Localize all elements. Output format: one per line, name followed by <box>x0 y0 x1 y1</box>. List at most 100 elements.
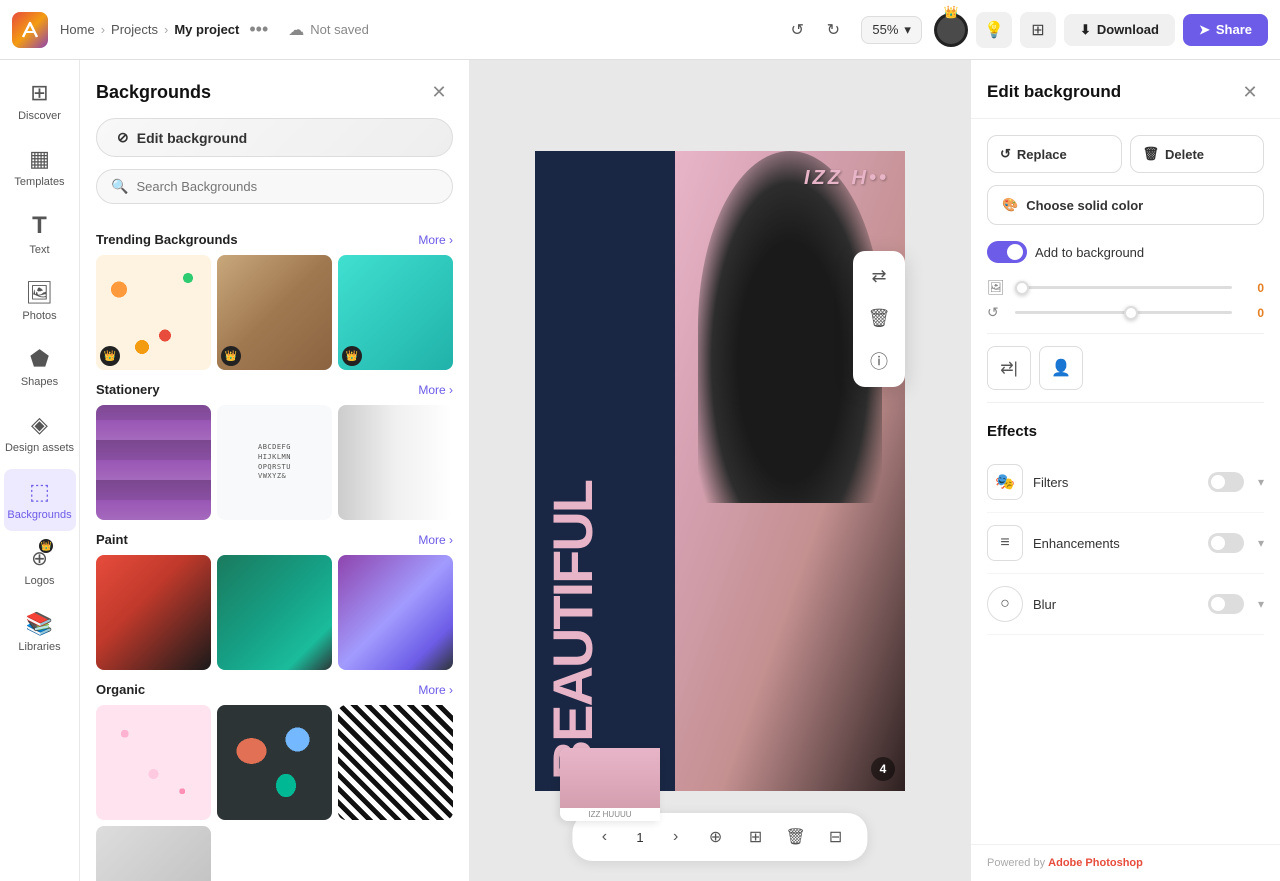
choose-solid-color-button[interactable]: 🎨 Choose solid color <box>987 185 1264 225</box>
replace-button[interactable]: ↺ Replace <box>987 135 1122 173</box>
sidebar-item-logos[interactable]: ⊕ 👑 Logos <box>4 535 76 597</box>
main-layout: ⊞ Discover ▦ Templates T Text 🖼 Photos ⬟… <box>0 60 1280 881</box>
thumbnail[interactable] <box>217 705 332 820</box>
templates-icon: ▦ <box>29 146 50 172</box>
slider-2-knob[interactable] <box>1124 306 1138 320</box>
zoom-control[interactable]: 55% ▾ <box>861 16 922 44</box>
add-to-bg-toggle[interactable] <box>987 241 1027 263</box>
backgrounds-panel: Backgrounds ✕ ⊘ Edit background 🔍 Trendi… <box>80 60 470 881</box>
edit-background-panel: Edit background ✕ ↺ Replace 🗑 Delete 🎨 C… <box>970 60 1280 881</box>
thumbnail[interactable] <box>338 555 453 670</box>
avatar[interactable]: 👑 <box>934 13 968 47</box>
next-page-button[interactable]: › <box>660 821 692 853</box>
stationery-section-header: Stationery More › <box>96 382 453 397</box>
page-number: 1 <box>628 830 651 845</box>
delete-icon: 🗑 <box>1143 146 1160 162</box>
preview-image <box>560 748 660 808</box>
delete-button[interactable]: 🗑 <box>859 299 899 339</box>
blur-expand-icon[interactable]: ▾ <box>1258 597 1264 611</box>
sidebar-item-design-assets[interactable]: ◈ Design assets <box>4 402 76 465</box>
libraries-icon: 📚 <box>26 611 53 637</box>
sidebar-item-libraries[interactable]: 📚 Libraries <box>4 601 76 663</box>
crown-icon: 👑 <box>943 5 958 19</box>
thumbnail[interactable] <box>96 405 211 520</box>
slider-2-value: 0 <box>1240 306 1264 320</box>
grid-button[interactable]: ⊞ <box>1020 12 1056 48</box>
sidebar-item-templates[interactable]: ▦ Templates <box>4 136 76 198</box>
breadcrumb-projects[interactable]: Projects <box>111 22 158 37</box>
delete-page-button[interactable]: 🗑 <box>780 821 812 853</box>
thumbnail[interactable] <box>217 555 332 670</box>
canvas-corner-text: IZZ H•• <box>804 167 889 190</box>
slider-2-track[interactable] <box>1015 311 1232 314</box>
stationery-more-link[interactable]: More › <box>418 383 453 397</box>
thumbnail[interactable] <box>338 705 453 820</box>
trending-more-link[interactable]: More › <box>418 233 453 247</box>
thumbnail[interactable] <box>96 555 211 670</box>
search-input[interactable] <box>136 179 438 194</box>
ideas-button[interactable]: 💡 <box>976 12 1012 48</box>
organic-section-header: Organic More › <box>96 682 453 697</box>
enhancements-expand-icon[interactable]: ▾ <box>1258 536 1264 550</box>
sidebar-item-text[interactable]: T Text <box>4 202 76 266</box>
sidebar-item-backgrounds[interactable]: ⬚ Backgrounds <box>4 469 76 531</box>
person-bg-button[interactable]: 👤 <box>1039 346 1083 390</box>
info-button[interactable]: ⓘ <box>859 341 899 381</box>
panel-close-button[interactable]: ✕ <box>425 78 453 106</box>
topbar-actions: 👑 💡 ⊞ ⬇ Download ➤ Share <box>934 12 1268 48</box>
breadcrumb-home[interactable]: Home <box>60 22 95 37</box>
paint-grid <box>96 555 453 670</box>
sidebar-item-shapes[interactable]: ⬟ Shapes <box>4 336 76 398</box>
add-to-bg-label: Add to background <box>1035 245 1144 260</box>
thumbnail[interactable]: 👑 <box>338 255 453 370</box>
breadcrumb-more[interactable]: ••• <box>249 19 268 40</box>
thumbnail[interactable] <box>338 405 453 520</box>
sidebar-item-photos[interactable]: 🖼 Photos <box>4 270 76 332</box>
blur-toggle-knob <box>1211 597 1225 611</box>
grid-view-button[interactable]: ⊟ <box>820 821 852 853</box>
thumbnail[interactable]: ABCDEFGHIJKLMNOPQRSTUVWXYZ& <box>217 405 332 520</box>
app-logo[interactable] <box>12 12 48 48</box>
backgrounds-icon: ⬚ <box>29 479 50 505</box>
download-button[interactable]: ⬇ Download <box>1064 14 1175 46</box>
thumbnail[interactable] <box>96 705 211 820</box>
right-panel-close-button[interactable]: ✕ <box>1236 78 1264 106</box>
trending-section-header: Trending Backgrounds More › <box>96 232 453 247</box>
flip-button[interactable]: ⇄ <box>859 257 899 297</box>
copy-page-button[interactable]: ⊞ <box>740 821 772 853</box>
slider-1-track[interactable] <box>1015 286 1232 289</box>
enhancements-toggle-knob <box>1211 536 1225 550</box>
prev-page-button[interactable]: ‹ <box>588 821 620 853</box>
blur-toggle[interactable] <box>1208 594 1244 614</box>
share-button[interactable]: ➤ Share <box>1183 14 1268 46</box>
enhancements-toggle[interactable] <box>1208 533 1244 553</box>
add-page-button[interactable]: ⊕ <box>700 821 732 853</box>
brightness-icon: 🖼 <box>987 279 1007 296</box>
sidebar-item-discover[interactable]: ⊞ Discover <box>4 70 76 132</box>
panel-header: Backgrounds ✕ <box>80 60 469 118</box>
right-panel-body: ↺ Replace 🗑 Delete 🎨 Choose solid color … <box>971 119 1280 844</box>
thumbnail[interactable] <box>96 826 211 881</box>
canvas-vertical-text: BEAUTIFUL <box>545 481 665 780</box>
undo-button[interactable]: ↺ <box>781 14 813 46</box>
panel-scroll: Trending Backgrounds More › 👑 👑 👑 Statio… <box>80 220 469 881</box>
edit-background-button[interactable]: ⊘ Edit background <box>96 118 453 157</box>
paint-more-link[interactable]: More › <box>418 533 453 547</box>
mirror-button[interactable]: ⇄| <box>987 346 1031 390</box>
icon-toolbar: ⇄| 👤 <box>987 333 1264 403</box>
organic-more-link[interactable]: More › <box>418 683 453 697</box>
panel-title: Backgrounds <box>96 82 211 103</box>
delete-button[interactable]: 🗑 Delete <box>1130 135 1265 173</box>
filters-toggle-knob <box>1211 475 1225 489</box>
canvas-design[interactable]: BEAUTIFUL IZZ H•• <box>535 151 905 791</box>
redo-button[interactable]: ↻ <box>817 14 849 46</box>
page-thumbnail-preview: IZZ HUUUU <box>560 748 660 821</box>
filters-toggle[interactable] <box>1208 472 1244 492</box>
thumbnail[interactable]: 👑 <box>96 255 211 370</box>
slider-1-knob[interactable] <box>1015 281 1029 295</box>
thumbnail[interactable]: 👑 <box>217 255 332 370</box>
filters-expand-icon[interactable]: ▾ <box>1258 475 1264 489</box>
palette-icon: 🎨 <box>1002 197 1018 213</box>
save-status: ☁ Not saved <box>288 20 369 40</box>
crown-badge: 👑 <box>342 346 362 366</box>
